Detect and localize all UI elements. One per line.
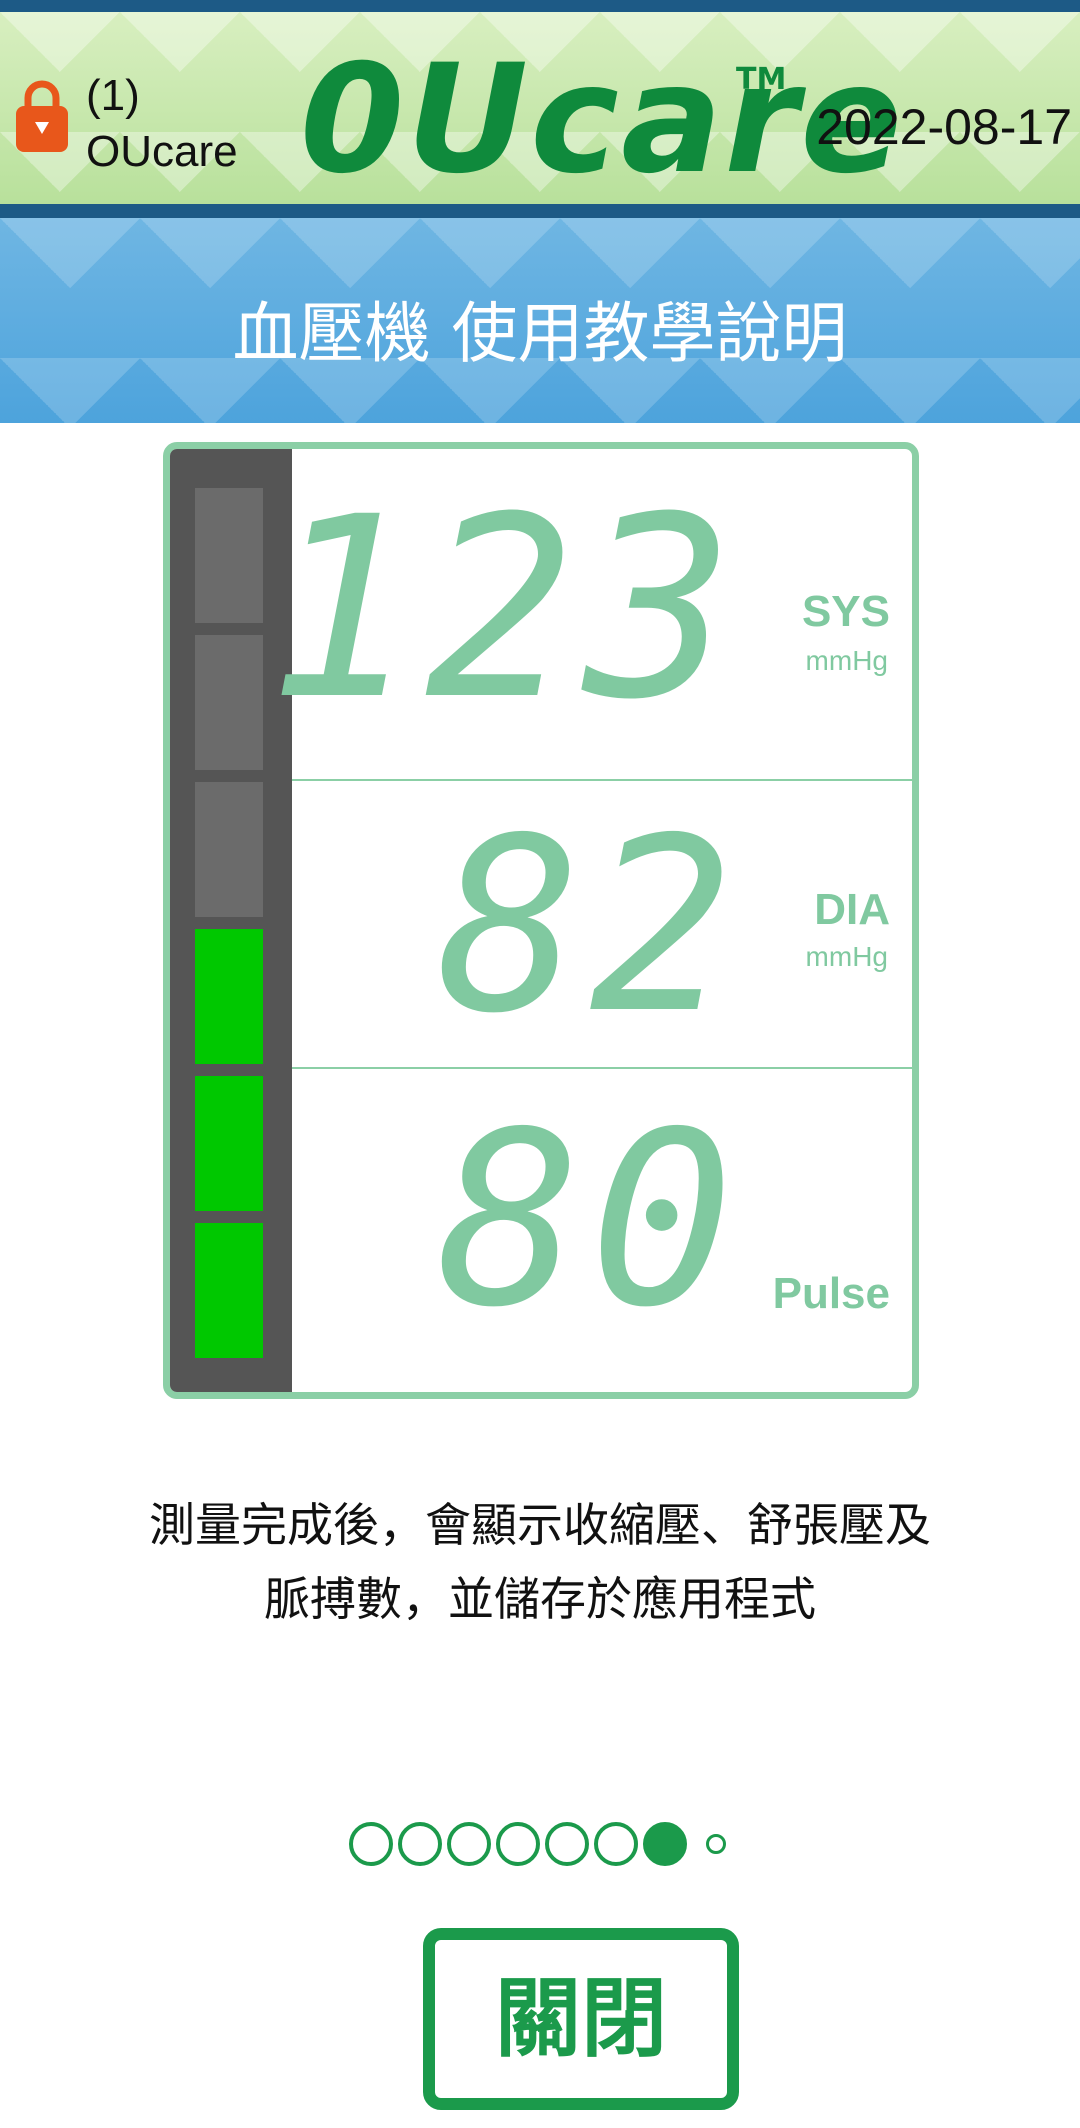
level-segment	[195, 782, 263, 917]
dia-value: 82	[437, 786, 742, 1066]
dia-label: DIA	[814, 885, 890, 934]
level-segment	[195, 1076, 263, 1211]
instruction-line-1: 測量完成後，會顯示收縮壓、舒張壓及	[149, 1498, 931, 1552]
header-divider	[0, 204, 1080, 218]
page-dot[interactable]	[545, 1822, 589, 1866]
pulse-row: 80 Pulse	[292, 1069, 912, 1392]
level-segment	[195, 1223, 263, 1358]
page-title: 血壓機 使用教學說明	[232, 295, 848, 372]
bp-monitor-display: 123 SYS mmHg 82 DIA mmHg 80 Pulse	[163, 442, 919, 1399]
instruction-line-2: 脈搏數，並儲存於應用程式	[264, 1572, 816, 1626]
pulse-label: Pulse	[772, 1269, 890, 1318]
instruction-text: 測量完成後，會顯示收縮壓、舒張壓及 脈搏數，並儲存於應用程式	[40, 1488, 1040, 1636]
dia-row: 82 DIA mmHg	[292, 781, 912, 1069]
page-dot[interactable]	[349, 1822, 393, 1866]
page-dot[interactable]	[496, 1822, 540, 1866]
page-indicator	[0, 1822, 1080, 1872]
page-dot[interactable]	[447, 1822, 491, 1866]
user-label[interactable]: (1) OUcare	[86, 68, 238, 180]
sys-unit: mmHg	[805, 645, 888, 676]
page-dot[interactable]	[398, 1822, 442, 1866]
user-name: OUcare	[86, 127, 238, 176]
brand-logo: 0Ucare	[300, 33, 905, 207]
sys-row: 123 SYS mmHg	[266, 449, 912, 781]
dia-unit: mmHg	[805, 941, 888, 972]
close-button[interactable]: 關閉	[423, 1928, 739, 2110]
sys-value: 123	[266, 463, 742, 754]
level-segment	[195, 929, 263, 1064]
page-dot[interactable]	[643, 1822, 687, 1866]
user-index: (1)	[86, 71, 140, 120]
app-header: (1) OUcare 0Ucare TM 2022-08-17	[0, 12, 1080, 210]
lcd-screen: 123 SYS mmHg 82 DIA mmHg 80 Pulse	[266, 449, 912, 1392]
level-segment	[195, 635, 263, 770]
sys-label: SYS	[801, 587, 890, 636]
pulse-value: 80	[437, 1080, 742, 1360]
lock-icon[interactable]	[14, 78, 70, 154]
page-dot[interactable]	[594, 1822, 638, 1866]
top-stripe	[0, 0, 1080, 12]
level-segment	[195, 488, 263, 623]
trademark-mark: TM	[736, 62, 787, 97]
page-dot[interactable]	[706, 1834, 726, 1854]
date-display: 2022-08-17	[816, 99, 1072, 155]
title-bar: 血壓機 使用教學說明	[0, 218, 1080, 423]
